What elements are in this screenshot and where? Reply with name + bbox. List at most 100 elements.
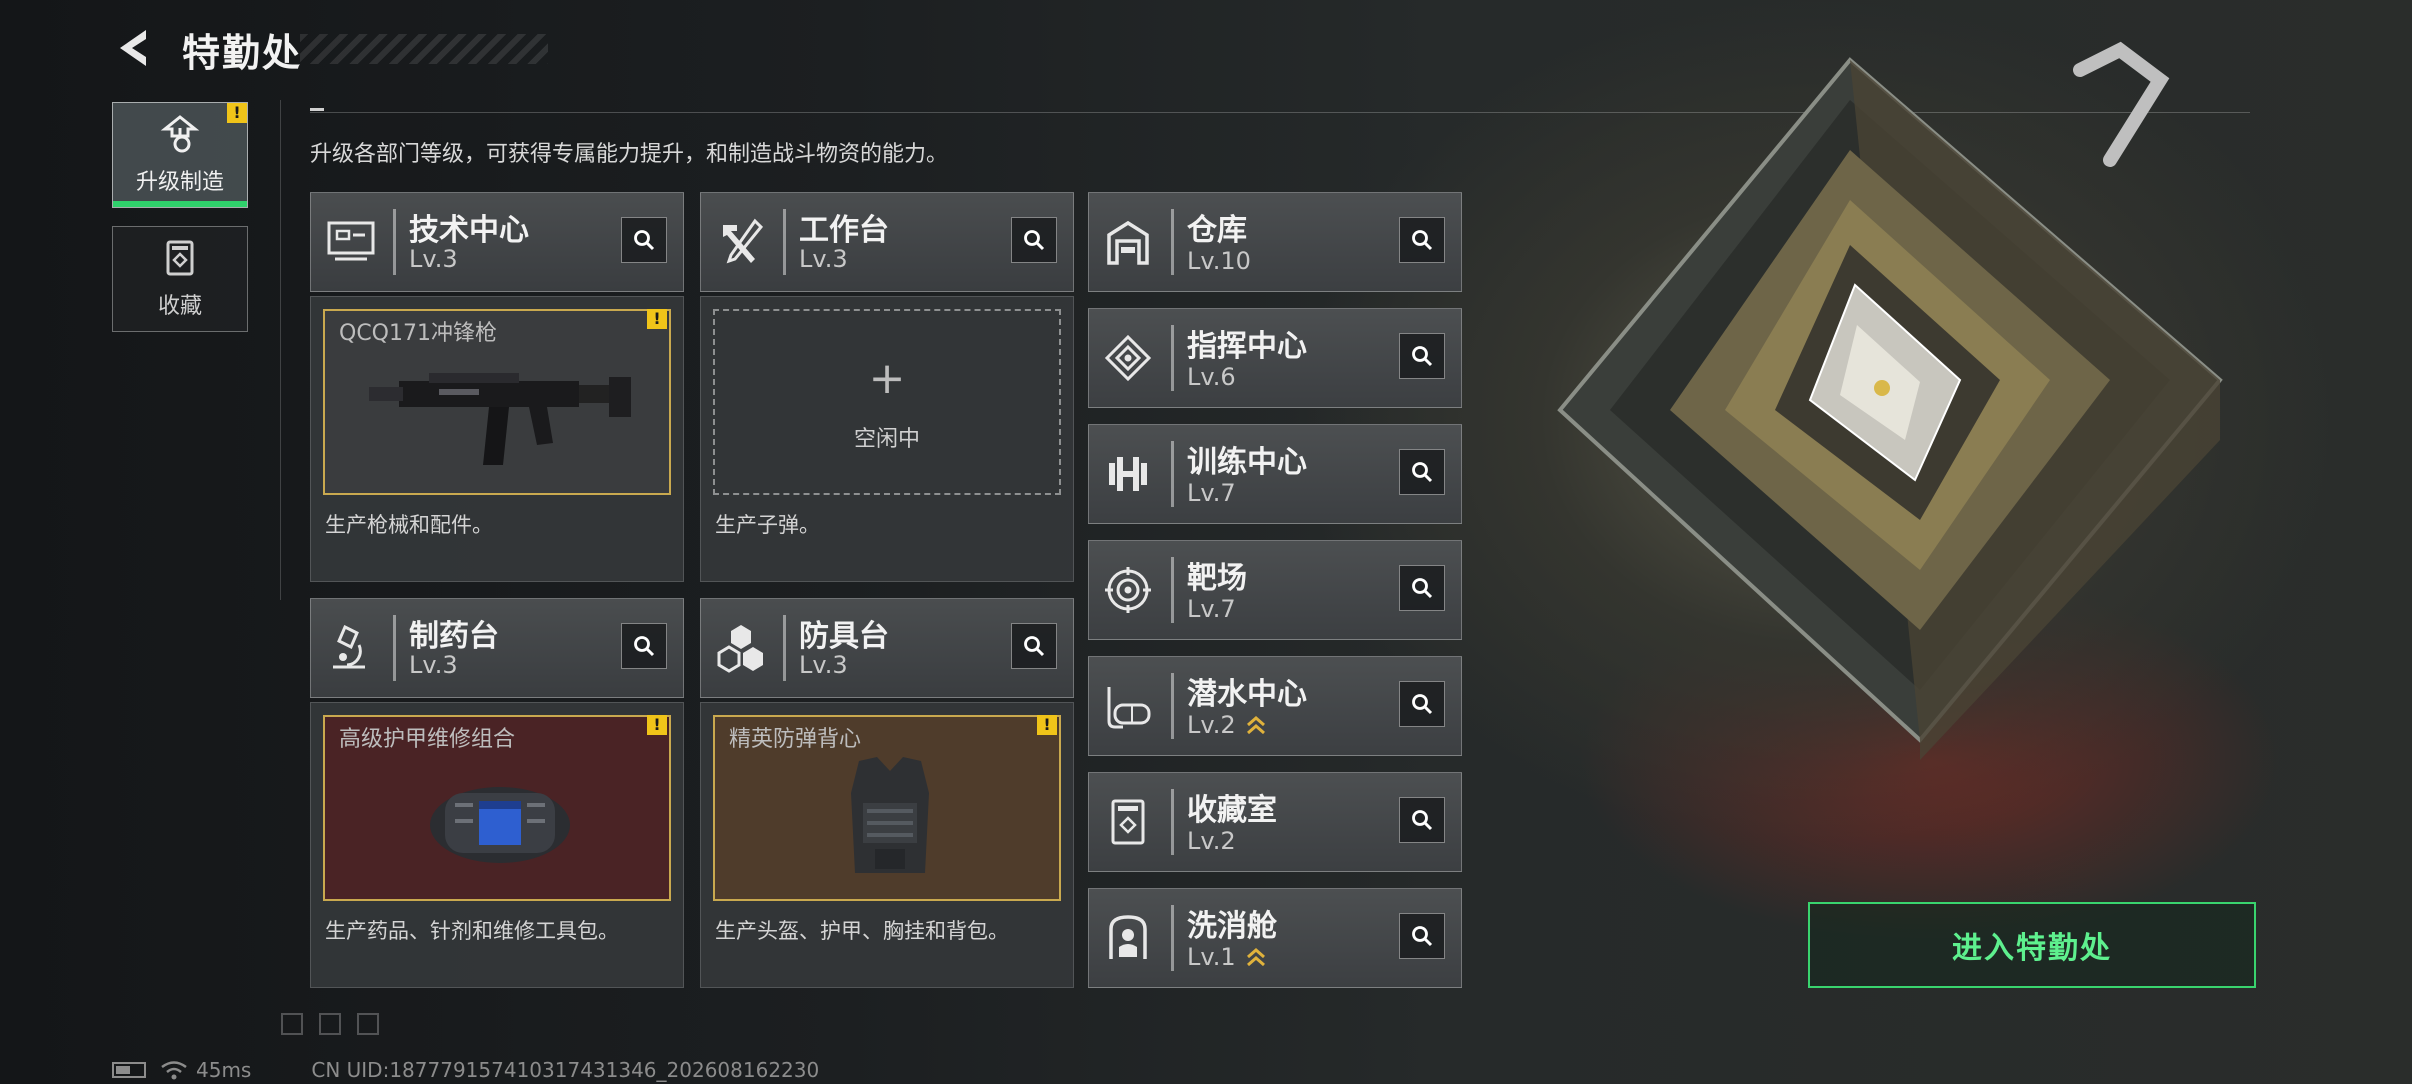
target-icon xyxy=(1105,567,1151,613)
nav-tab-upgrade-craft[interactable]: 升级制造 ! xyxy=(112,102,248,208)
slot-item-name: 精英防弹背心 xyxy=(729,727,862,752)
upgrade-available-icon xyxy=(1247,948,1265,967)
facility-card-header-tech-center[interactable]: 技术中心 Lv.3 xyxy=(310,192,684,292)
slot-item-name: 高级护甲维修组合 xyxy=(339,727,516,752)
facility-item-collection-room[interactable]: 收藏室 Lv.2 xyxy=(1088,772,1462,872)
facility-level: Lv.2 xyxy=(1187,827,1236,855)
collection-icon xyxy=(166,240,194,276)
header-separator xyxy=(1171,789,1174,855)
slot-status: 空闲中 xyxy=(853,427,920,452)
facility-description: 生产子弹。 xyxy=(715,513,820,537)
search-button[interactable] xyxy=(1399,681,1445,727)
facility-level: Lv.7 xyxy=(1187,479,1236,507)
facility-level: Lv.3 xyxy=(799,651,848,679)
alert-badge: ! xyxy=(227,103,247,123)
enter-special-ops-button[interactable]: 进入特勤处 xyxy=(1808,902,2256,988)
production-slot[interactable]: QCQ171冲锋枪 ! xyxy=(323,309,671,495)
facility-name: 潜水中心 xyxy=(1187,677,1307,712)
search-button[interactable] xyxy=(1011,217,1057,263)
facility-name: 靶场 xyxy=(1187,561,1247,596)
facility-card-body[interactable]: + 空闲中 生产子弹。 xyxy=(700,296,1074,582)
search-button[interactable] xyxy=(1399,913,1445,959)
facility-card-body[interactable]: QCQ171冲锋枪 ! 生产枪械和配件。 xyxy=(310,296,684,582)
facility-name: 工作台 xyxy=(799,213,889,248)
wifi-icon xyxy=(161,1061,187,1080)
facility-item-diving-center[interactable]: 潜水中心 Lv.2 xyxy=(1088,656,1462,756)
facility-card-header-pharmacy[interactable]: 制药台 Lv.3 xyxy=(310,598,684,698)
header-separator xyxy=(1171,209,1174,275)
header-separator xyxy=(1171,441,1174,507)
back-arrow-icon[interactable] xyxy=(112,26,156,70)
search-icon xyxy=(1024,230,1045,251)
facility-level: Lv.1 xyxy=(1187,943,1236,971)
decontamination-icon xyxy=(1109,915,1147,959)
facility-item-training-center[interactable]: 训练中心 Lv.7 xyxy=(1088,424,1462,524)
header-separator xyxy=(1171,557,1174,623)
facility-level: Lv.7 xyxy=(1187,595,1236,623)
facility-item-warehouse[interactable]: 仓库 Lv.10 xyxy=(1088,192,1462,292)
header-separator xyxy=(1171,673,1174,739)
divider-tick xyxy=(310,108,324,111)
facility-item-command-center[interactable]: 指挥中心 Lv.6 xyxy=(1088,308,1462,408)
production-slot[interactable]: 高级护甲维修组合 ! xyxy=(323,715,671,901)
search-button[interactable] xyxy=(1011,623,1057,669)
search-button[interactable] xyxy=(621,623,667,669)
header-separator xyxy=(783,209,786,275)
search-button[interactable] xyxy=(621,217,667,263)
page-description: 升级各部门等级，可获得专属能力提升，和制造战斗物资的能力。 xyxy=(310,142,949,167)
facility-name: 制药台 xyxy=(409,619,499,654)
dumbbell-icon xyxy=(1109,457,1147,491)
facility-card-body[interactable]: 高级护甲维修组合 ! 生产药品、针剂和维修工具包。 xyxy=(310,702,684,988)
header-separator xyxy=(393,209,396,275)
facility-level: Lv.3 xyxy=(409,245,458,273)
microscope-icon xyxy=(333,624,365,669)
page-title: 特勤处 xyxy=(182,31,303,75)
search-icon xyxy=(634,230,655,251)
facility-item-decontamination[interactable]: 洗消舱 Lv.1 xyxy=(1088,888,1462,988)
facility-card-header-armor[interactable]: 防具台 Lv.3 xyxy=(700,598,1074,698)
facility-level: Lv.10 xyxy=(1187,247,1251,275)
facility-name: 仓库 xyxy=(1187,213,1247,248)
hammer-wrench-icon xyxy=(723,218,764,264)
search-button[interactable] xyxy=(1399,797,1445,843)
search-button[interactable] xyxy=(1399,565,1445,611)
ping-value: 45ms xyxy=(196,1058,252,1082)
facility-description: 生产头盔、护甲、胸挂和背包。 xyxy=(715,919,1009,943)
search-icon xyxy=(1412,926,1433,947)
command-icon xyxy=(1104,334,1152,382)
ballistic-vest-image xyxy=(851,757,929,873)
facility-level: Lv.6 xyxy=(1187,363,1236,391)
collection-icon xyxy=(1111,799,1145,845)
divider xyxy=(280,100,281,600)
search-icon xyxy=(1412,810,1433,831)
warehouse-icon xyxy=(1107,220,1149,265)
facility-description: 生产药品、针剂和维修工具包。 xyxy=(325,919,619,943)
nav-tab-label: 收藏 xyxy=(157,294,202,319)
search-button[interactable] xyxy=(1399,449,1445,495)
alert-badge: ! xyxy=(647,715,667,735)
diving-mask-icon xyxy=(1107,687,1151,729)
facility-card-body[interactable]: 精英防弹背心 ! 生产头盔、护甲、胸挂和背包。 xyxy=(700,702,1074,988)
facility-name: 收藏室 xyxy=(1187,793,1277,828)
header-separator xyxy=(783,615,786,681)
search-button[interactable] xyxy=(1399,217,1445,263)
slot-item-name: QCQ171冲锋枪 xyxy=(339,321,497,346)
empty-production-slot[interactable]: + 空闲中 xyxy=(713,309,1061,495)
facility-name: 洗消舱 xyxy=(1187,909,1277,944)
user-uid: CN UID:18777915741031​7431346_2026081622… xyxy=(311,1058,820,1082)
facility-level: Lv.3 xyxy=(409,651,458,679)
facility-item-shooting-range[interactable]: 靶场 Lv.7 xyxy=(1088,540,1462,640)
enter-button-label: 进入特勤处 xyxy=(1952,931,2112,966)
facility-name: 技术中心 xyxy=(409,213,529,248)
smg-weapon-image xyxy=(369,373,631,465)
nav-tab-collection[interactable]: 收藏 xyxy=(112,226,248,332)
facility-description: 生产枪械和配件。 xyxy=(325,513,493,537)
cubes-icon xyxy=(717,625,763,673)
production-slot[interactable]: 精英防弹背心 ! xyxy=(713,715,1061,901)
facility-card-header-workbench[interactable]: 工作台 Lv.3 xyxy=(700,192,1074,292)
search-icon xyxy=(1412,462,1433,483)
search-button[interactable] xyxy=(1399,333,1445,379)
header-separator xyxy=(393,615,396,681)
search-icon xyxy=(1412,346,1433,367)
facility-level: Lv.2 xyxy=(1187,711,1236,739)
